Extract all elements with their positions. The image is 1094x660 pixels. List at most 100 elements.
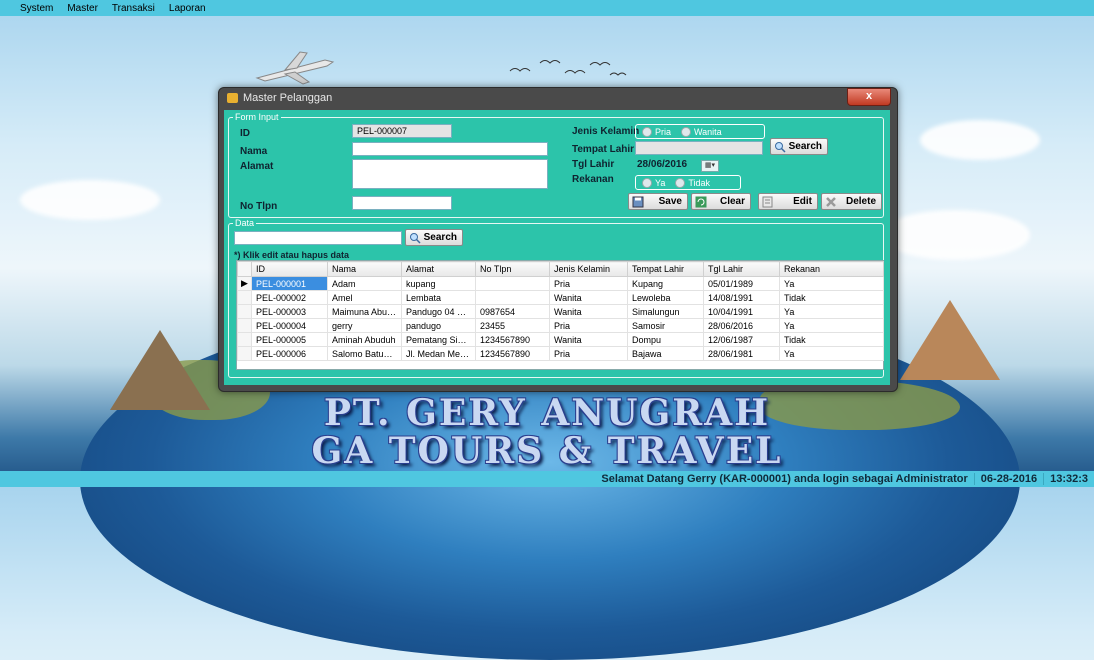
table-cell[interactable]: Salomo Batubara [327,346,402,361]
table-cell[interactable]: 05/01/1989 [703,276,780,291]
table-cell[interactable]: 0987654 [475,304,550,319]
jenis-kelamin-label: Jenis Kelamin [572,126,640,137]
column-header-nama[interactable]: Nama [327,261,402,277]
table-cell[interactable]: Tidak [779,290,884,305]
table-cell[interactable]: kupang [401,276,476,291]
table-row[interactable]: ▶ PEL-000001 Adam kupang Pria Kupang 05/… [237,276,884,291]
tempat-lahir-field[interactable] [635,141,763,155]
table-cell[interactable]: Ya [779,276,884,291]
table-cell[interactable]: Jl. Medan Merd... [401,346,476,361]
table-cell[interactable]: PEL-000001 [251,276,328,291]
table-cell[interactable]: PEL-000002 [251,290,328,305]
table-cell[interactable]: Samosir [627,318,704,333]
row-header[interactable] [237,290,252,305]
table-cell[interactable]: Pematang Siant... [401,332,476,347]
table-cell[interactable]: Dompu [627,332,704,347]
table-cell[interactable] [475,290,550,305]
data-hint: *) Klik edit atau hapus data [234,250,350,260]
table-cell[interactable]: Lewoleba [627,290,704,305]
radio-pria-label: Pria [655,126,672,137]
pyramid-image [900,300,1000,380]
row-header[interactable] [237,304,252,319]
clear-button[interactable]: Clear [691,193,751,210]
search-top-button[interactable]: Search [770,138,828,155]
nama-field[interactable] [352,142,548,156]
menu-transaksi[interactable]: Transaksi [105,3,162,14]
table-cell[interactable]: Bajawa [627,346,704,361]
table-cell[interactable]: pandugo [401,318,476,333]
menu-master[interactable]: Master [60,3,105,14]
column-header-alamat[interactable]: Alamat [401,261,476,277]
edit-button[interactable]: Edit [758,193,818,210]
table-cell[interactable]: 28/06/1981 [703,346,780,361]
delete-button[interactable]: Delete [821,193,882,210]
table-cell[interactable]: Adam [327,276,402,291]
table-cell[interactable]: PEL-000004 [251,318,328,333]
radio-wanita[interactable]: Wanita [681,126,722,137]
data-search-button[interactable]: Search [405,229,463,246]
pelanggan-grid[interactable]: ID Nama Alamat No Tlpn Jenis Kelamin Tem… [236,260,884,370]
table-row[interactable]: PEL-000002 Amel Lembata Wanita Lewoleba … [237,290,884,305]
row-header[interactable] [237,346,252,361]
close-button[interactable]: x [847,88,891,106]
table-cell[interactable]: Lembata [401,290,476,305]
menu-laporan[interactable]: Laporan [162,3,213,14]
table-cell[interactable]: 10/04/1991 [703,304,780,319]
table-cell[interactable]: Pria [549,346,628,361]
table-cell[interactable]: Kupang [627,276,704,291]
radio-tidak[interactable]: Tidak [675,177,710,188]
tgl-lahir-value[interactable]: 28/06/2016 [637,159,687,170]
table-cell[interactable]: gerry [327,318,402,333]
table-cell[interactable]: Ya [779,304,884,319]
table-cell[interactable]: Ya [779,346,884,361]
id-field[interactable]: PEL-000007 [352,124,452,138]
table-cell[interactable]: Wanita [549,332,628,347]
table-row[interactable]: PEL-000003 Maimuna Abuba... Pandugo 04 S… [237,304,884,319]
table-cell[interactable]: Ya [779,318,884,333]
table-row[interactable]: PEL-000006 Salomo Batubara Jl. Medan Mer… [237,346,884,361]
radio-ya[interactable]: Ya [642,177,665,188]
table-row[interactable]: PEL-000004 gerry pandugo 23455 Pria Samo… [237,318,884,333]
data-search-field[interactable] [234,231,402,245]
notlpn-field[interactable] [352,196,452,210]
table-cell[interactable]: Wanita [549,304,628,319]
table-cell[interactable]: PEL-000006 [251,346,328,361]
table-cell[interactable]: 1234567890 [475,332,550,347]
radio-pria[interactable]: Pria [642,126,672,137]
table-cell[interactable]: 12/06/1987 [703,332,780,347]
row-header[interactable] [237,332,252,347]
table-cell[interactable]: 14/08/1991 [703,290,780,305]
alamat-field[interactable] [352,159,548,189]
title-bar[interactable]: Master Pelanggan x [219,88,897,108]
table-cell[interactable]: 28/06/2016 [703,318,780,333]
table-cell[interactable]: Amel [327,290,402,305]
column-header-tempat-lahir[interactable]: Tempat Lahir [627,261,704,277]
column-header-rekanan[interactable]: Rekanan [779,261,884,277]
tempat-lahir-label: Tempat Lahir [572,144,635,155]
table-cell[interactable]: Wanita [549,290,628,305]
table-cell[interactable]: Simalungun [627,304,704,319]
column-header-id[interactable]: ID [251,261,328,277]
table-cell[interactable]: PEL-000005 [251,332,328,347]
column-header-jenis-kelamin[interactable]: Jenis Kelamin [549,261,628,277]
table-row[interactable]: PEL-000005 Aminah Abuduh Pematang Siant.… [237,332,884,347]
table-cell[interactable]: 23455 [475,318,550,333]
row-header[interactable] [237,318,252,333]
table-cell[interactable]: Pria [549,276,628,291]
jenis-kelamin-radio-group: Pria Wanita [635,124,765,139]
column-header-tgl-lahir[interactable]: Tgl Lahir [703,261,780,277]
table-cell[interactable]: Tidak [779,332,884,347]
table-cell[interactable]: Pandugo 04 Sur... [401,304,476,319]
menu-system[interactable]: System [0,3,60,14]
table-cell[interactable]: Maimuna Abuba... [327,304,402,319]
calendar-dropdown-icon[interactable]: ▦▾ [701,160,719,172]
data-legend: Data [235,218,255,228]
save-button[interactable]: Save [628,193,688,210]
table-cell[interactable] [475,276,550,291]
table-cell[interactable]: Aminah Abuduh [327,332,402,347]
table-cell[interactable]: PEL-000003 [251,304,328,319]
column-header-notlpn[interactable]: No Tlpn [475,261,550,277]
table-cell[interactable]: 1234567890 [475,346,550,361]
table-cell[interactable]: Pria [549,318,628,333]
status-date: 06-28-2016 [973,473,1043,485]
